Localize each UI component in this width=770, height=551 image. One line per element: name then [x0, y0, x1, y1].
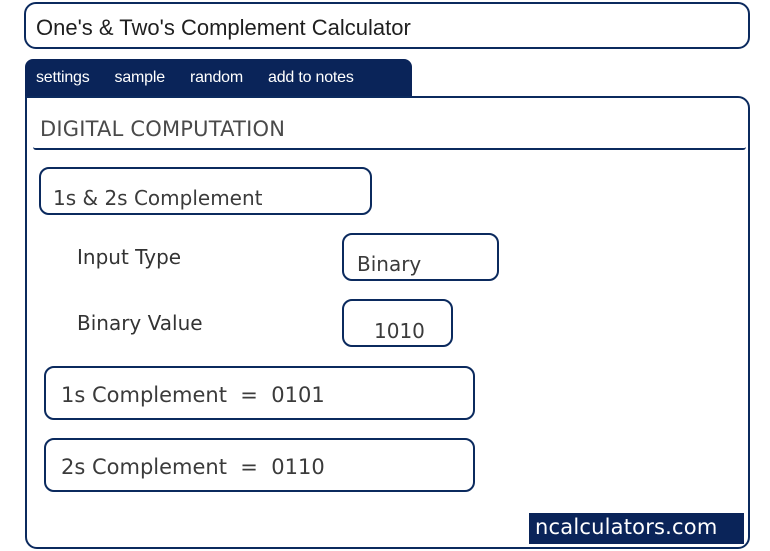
section-divider — [33, 147, 746, 150]
calculator-name: 1s & 2s Complement — [39, 167, 372, 215]
input-type-label: Input Type — [77, 245, 182, 269]
toolbar-tabs: settings sample random add to notes — [25, 59, 412, 97]
binary-value-label: Binary Value — [77, 311, 203, 335]
ones-complement-result: 1s Complement = 0101 — [44, 366, 475, 420]
brand-logo: ncalculators.com — [529, 513, 744, 544]
section-title: DIGITAL COMPUTATION — [40, 117, 286, 141]
binary-value-input[interactable]: 1010 — [342, 299, 453, 347]
tab-sample[interactable]: sample — [115, 69, 166, 87]
calculator-panel: DIGITAL COMPUTATION 1s & 2s Complement I… — [25, 96, 750, 549]
twos-complement-result: 2s Complement = 0110 — [44, 438, 475, 492]
tab-random[interactable]: random — [190, 69, 243, 87]
calculator-title: One's & Two's Complement Calculator — [24, 2, 750, 49]
tab-settings[interactable]: settings — [36, 69, 90, 87]
input-type-select[interactable]: Binary — [342, 233, 499, 281]
tab-add-to-notes[interactable]: add to notes — [268, 69, 354, 87]
